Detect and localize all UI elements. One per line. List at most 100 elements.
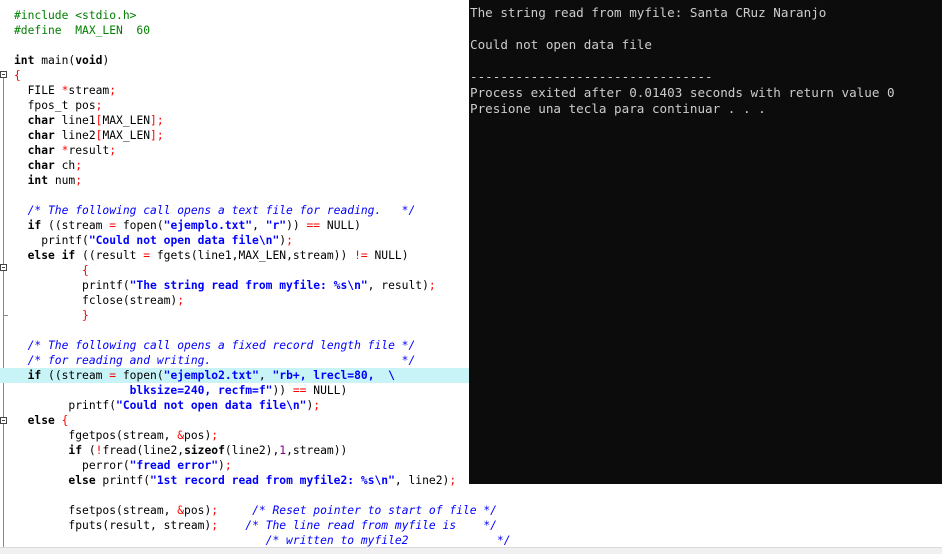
code-line[interactable]: if (!fread(line2,sizeof(line2),1,stream)… — [14, 443, 347, 458]
code-line[interactable]: char line2[MAX_LEN]; — [14, 128, 164, 143]
code-token: pos) — [184, 504, 212, 517]
code-token: /* for reading and writing. */ — [14, 354, 416, 367]
code-line[interactable]: } — [14, 308, 89, 323]
console-line: Process exited after 0.01403 seconds wit… — [470, 85, 895, 100]
code-line[interactable]: /* written to myfile2 */ — [14, 533, 511, 548]
code-token: /* The line read from myfile is */ — [245, 519, 497, 532]
code-token: else if — [14, 249, 76, 262]
code-line[interactable]: if ((stream = fopen("ejemplo.txt", "r"))… — [14, 218, 361, 233]
code-token: int — [14, 174, 49, 187]
code-token: , — [258, 369, 273, 382]
code-line[interactable]: char line1[MAX_LEN]; — [14, 113, 164, 128]
code-line[interactable]: else { — [14, 413, 69, 428]
code-line[interactable]: blksize=240, recfm=f")) == NULL) — [14, 383, 348, 398]
code-token: /* written to myfile2 */ — [265, 534, 511, 547]
code-line[interactable]: #include <stdio.h> — [14, 8, 136, 23]
code-token: fsetpos(stream, — [14, 504, 178, 517]
console-window[interactable]: The string read from myfile: Santa CRuz … — [469, 0, 942, 484]
code-token: fopen( — [116, 369, 164, 382]
code-line[interactable]: printf("Could not open data file\n"); — [14, 398, 320, 413]
code-token: if — [14, 219, 42, 232]
code-line[interactable]: /* The following call opens a text file … — [14, 203, 416, 218]
code-token: "rb+, lrecl=80, \ — [272, 369, 395, 382]
code-line[interactable]: if ((stream = fopen("ejemplo2.txt", "rb+… — [0, 368, 469, 383]
code-token: #define MAX_LEN 60 — [14, 24, 151, 37]
code-line[interactable]: else printf("1st record read from myfile… — [14, 473, 456, 488]
code-token: "r" — [265, 219, 287, 232]
code-token: "Could not open data file\n" — [88, 234, 280, 247]
code-token: ch — [54, 159, 76, 172]
code-line[interactable]: else if ((result = fgets(line1,MAX_LEN,s… — [14, 248, 409, 263]
code-token: ; — [109, 144, 117, 157]
code-token: else — [14, 414, 55, 427]
code-line[interactable]: /* for reading and writing. */ — [14, 353, 416, 368]
code-line[interactable]: fpos_t pos; — [14, 98, 103, 113]
code-token: "ejemplo2.txt" — [163, 369, 259, 382]
fold-gutter — [0, 0, 10, 553]
fold-collapse-icon[interactable] — [0, 417, 7, 424]
code-token: printf( — [95, 474, 151, 487]
code-line[interactable]: char ch; — [14, 158, 82, 173]
code-token: perror( — [14, 459, 130, 472]
code-token: == — [306, 219, 321, 232]
code-token: if — [14, 444, 83, 457]
fold-guide — [3, 78, 4, 264]
code-token: /* Reset pointer to start of file */ — [252, 504, 497, 517]
code-line[interactable]: perror("fread error"); — [14, 458, 232, 473]
code-token: , result) — [367, 279, 429, 292]
code-line[interactable]: fsetpos(stream, &pos); /* Reset pointer … — [14, 503, 497, 518]
code-token: , — [252, 219, 266, 232]
code-token: /* The following call opens a text file … — [14, 204, 416, 217]
code-token: NULL) — [367, 249, 409, 262]
code-token: num — [48, 174, 76, 187]
code-line[interactable]: fgetpos(stream, &pos); — [14, 428, 218, 443]
console-line: Presione una tecla para continuar . . . — [470, 101, 766, 116]
code-token: else — [14, 474, 96, 487]
fold-collapse-icon[interactable] — [0, 71, 7, 78]
code-line[interactable]: printf("The string read from myfile: %s\… — [14, 278, 436, 293]
code-line[interactable]: #define MAX_LEN 60 — [14, 23, 150, 38]
code-token: stream — [61, 369, 110, 382]
code-line[interactable]: int main(void) — [14, 53, 109, 68]
code-token: fpos_t pos — [14, 99, 96, 112]
code-token: fgetpos(stream, — [14, 429, 178, 442]
fold-collapse-icon[interactable] — [0, 264, 7, 271]
code-token: ( — [82, 444, 96, 457]
code-token: ; — [75, 159, 83, 172]
code-token: fputs(result, stream) — [14, 519, 212, 532]
code-line[interactable]: int num; — [14, 173, 82, 188]
code-line[interactable]: fclose(stream); — [14, 293, 184, 308]
code-token: == — [292, 384, 307, 397]
code-token: pos) — [184, 429, 212, 442]
code-token: ; — [313, 399, 321, 412]
code-line[interactable]: /* The following call opens a fixed reco… — [14, 338, 416, 353]
code-line[interactable]: printf("Could not open data file\n"); — [14, 233, 293, 248]
code-line[interactable]: char *result; — [14, 143, 116, 158]
code-token: line2 — [54, 129, 96, 142]
code-line[interactable]: fputs(result, stream); /* The line read … — [14, 518, 497, 533]
code-token: void — [75, 54, 103, 67]
code-token: result — [68, 144, 110, 157]
code-token: ; — [75, 174, 83, 187]
code-token: (( — [41, 219, 62, 232]
code-token: ) — [218, 459, 225, 472]
code-token: ,stream)) — [286, 444, 348, 457]
code-token: { — [14, 69, 21, 82]
code-token: MAX_LEN — [102, 129, 151, 142]
code-token: ; — [211, 429, 219, 442]
code-token: int — [14, 54, 35, 67]
code-token: )) — [286, 219, 307, 232]
code-token: result — [95, 249, 144, 262]
code-line[interactable]: FILE *stream; — [14, 83, 116, 98]
code-line[interactable]: { — [14, 263, 89, 278]
code-line[interactable]: { — [14, 68, 21, 83]
code-token: ) — [102, 54, 110, 67]
code-token: NULL) — [306, 384, 348, 397]
fold-guide — [3, 424, 4, 553]
code-token: "Could not open data file\n" — [116, 399, 307, 412]
